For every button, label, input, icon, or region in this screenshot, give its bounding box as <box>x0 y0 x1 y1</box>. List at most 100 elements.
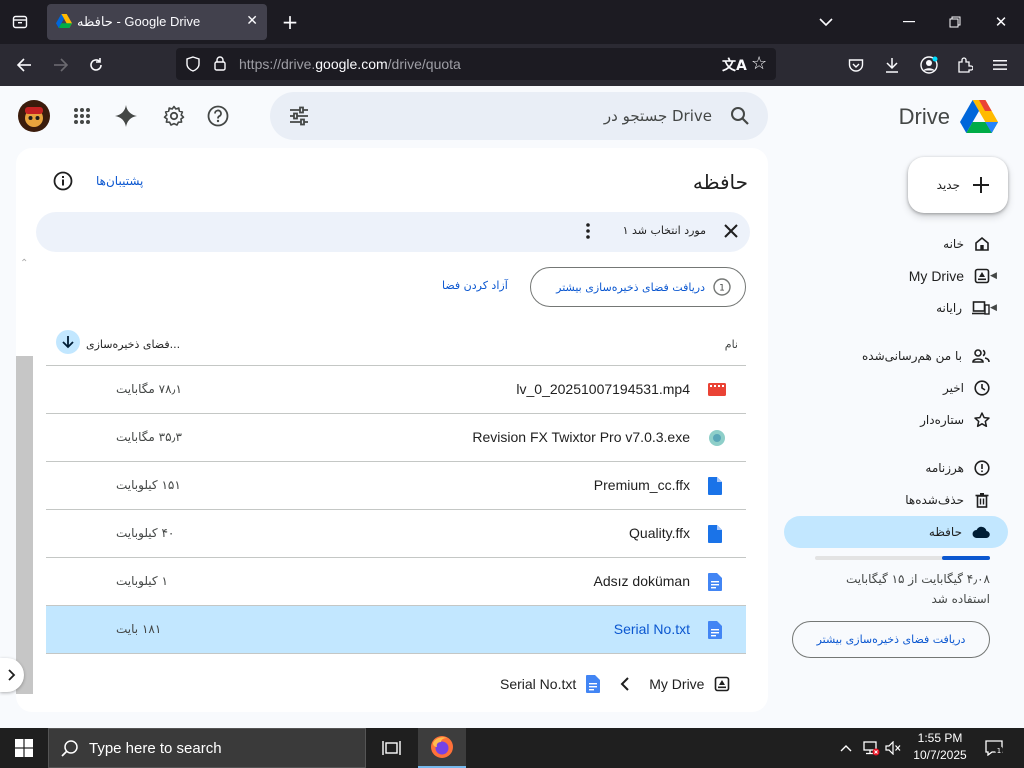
drive-brand[interactable]: Drive <box>899 97 998 137</box>
breadcrumb-file[interactable]: Serial No.txt <box>500 676 576 692</box>
pocket-icon[interactable] <box>844 53 868 77</box>
file-size: ۳۵٫۳ مگابایت <box>116 430 182 444</box>
close-window-icon[interactable]: ✕ <box>989 10 1013 34</box>
show-hidden-icons-icon[interactable] <box>836 738 856 758</box>
windows-taskbar: Type here to search 1:55 PM 10/7/2025 1 <box>0 728 1024 768</box>
search-box[interactable]: جستجو در Drive <box>270 92 768 140</box>
table-row[interactable]: lv_0_20251007194531.mp4 ۷۸٫۱ مگابایت <box>46 366 746 414</box>
new-tab-icon[interactable]: + <box>278 10 302 34</box>
file-name[interactable]: lv_0_20251007194531.mp4 <box>516 381 690 397</box>
volume-icon[interactable] <box>883 738 903 758</box>
expand-caret-icon[interactable]: ◀ <box>990 303 997 313</box>
close-tab-icon[interactable]: ✕ <box>246 13 258 29</box>
table-row[interactable]: Serial No.txt ۱۸۱ بایت <box>46 606 746 654</box>
sidebar-item-label: My Drive <box>908 268 964 284</box>
page-title: حافظه <box>692 170 748 194</box>
selection-bar: ۱ مورد انتخاب شد <box>36 212 750 252</box>
notifications-icon[interactable]: 1 <box>984 738 1004 758</box>
task-view-button[interactable] <box>370 728 414 768</box>
info-icon[interactable] <box>52 170 74 192</box>
new-button[interactable]: جدید <box>908 157 1008 213</box>
back-icon[interactable] <box>12 53 36 77</box>
clock-time: 1:55 PM <box>917 731 963 745</box>
file-name[interactable]: Quality.ffx <box>629 525 690 541</box>
expand-caret-icon[interactable]: ◀ <box>990 271 997 281</box>
url-text[interactable]: https://drive.google.com/drive/quota <box>239 56 461 72</box>
file-name[interactable]: Serial No.txt <box>614 621 690 637</box>
doc-icon <box>708 573 726 591</box>
brand-name: Drive <box>898 104 950 129</box>
firefox-taskbar-app[interactable] <box>418 728 466 768</box>
column-name[interactable]: نام <box>725 338 738 351</box>
help-icon[interactable] <box>198 96 238 136</box>
extensions-icon[interactable] <box>953 53 977 77</box>
sidebar-item-spam[interactable]: هرزنامه <box>784 452 1008 484</box>
clear-selection-icon[interactable] <box>722 222 740 240</box>
free-up-space-link[interactable]: آزاد کردن فضا <box>442 279 508 292</box>
settings-gear-icon[interactable] <box>154 96 194 136</box>
file-size: ۱۵۱ کیلوبایت <box>116 478 181 492</box>
doc-icon <box>708 621 726 639</box>
table-row[interactable]: Quality.ffx ۴۰ کیلوبایت <box>46 510 746 558</box>
sidebar-item-starred[interactable]: ستاره‌دار <box>784 404 1008 436</box>
file-name[interactable]: Adsız doküman <box>594 573 691 589</box>
scroll-up-icon[interactable]: ⌃ <box>20 258 28 269</box>
selection-count: ۱ مورد انتخاب شد <box>622 224 706 237</box>
table-row[interactable]: Revision FX Twixtor Pro v7.0.3.exe ۳۵٫۳ م… <box>46 414 746 462</box>
start-button[interactable] <box>0 728 48 768</box>
task-view-icon <box>382 741 401 755</box>
scrollbar[interactable] <box>16 356 33 694</box>
video-file-icon <box>708 381 726 399</box>
search-icon[interactable] <box>730 106 750 126</box>
browser-tab[interactable]: حافظه - Google Drive ✕ <box>47 4 267 40</box>
sidebar-item-my-drive[interactable]: ◀ My Drive <box>784 260 1008 292</box>
account-icon[interactable] <box>917 53 941 77</box>
reload-icon[interactable] <box>84 53 108 77</box>
taskbar-search[interactable]: Type here to search <box>48 728 366 768</box>
chevron-down-icon[interactable] <box>814 10 838 34</box>
shared-icon <box>972 348 990 364</box>
get-more-storage-button[interactable]: دریافت فضای ذخیره‌سازی بیشتر 1 <box>530 267 746 307</box>
search-placeholder[interactable]: جستجو در Drive <box>604 107 712 125</box>
gemini-sparkle-icon[interactable] <box>106 96 146 136</box>
my-drive-icon <box>714 676 730 692</box>
forward-icon[interactable] <box>49 53 73 77</box>
taskbar-clock[interactable]: 1:55 PM 10/7/2025 <box>908 730 972 764</box>
downloads-icon[interactable] <box>880 53 904 77</box>
column-storage-used[interactable]: فضای ذخیره‌سازی... <box>86 338 180 351</box>
translate-icon[interactable]: 文A <box>722 55 747 75</box>
table-row[interactable]: Adsız doküman ۱ کیلوبایت <box>46 558 746 606</box>
sidebar-item-storage[interactable]: حافظه <box>784 516 1008 548</box>
lock-icon[interactable] <box>214 56 226 71</box>
file-name[interactable]: Revision FX Twixtor Pro v7.0.3.exe <box>472 429 690 445</box>
breadcrumb-my-drive[interactable]: My Drive <box>649 676 704 692</box>
avatar[interactable] <box>14 96 54 136</box>
sort-direction-button[interactable] <box>56 330 80 354</box>
sidebar-item-recent[interactable]: اخیر <box>784 372 1008 404</box>
sidebar-item-trash[interactable]: حذف‌شده‌ها <box>784 484 1008 516</box>
get-more-storage-sidebar-button[interactable]: دریافت فضای ذخیره‌سازی بیشتر <box>792 621 990 658</box>
backups-link[interactable]: پشتیبان‌ها <box>96 174 143 188</box>
network-icon[interactable] <box>861 738 881 758</box>
sidebar-item-shared[interactable]: با من هم‌رسانی‌شده <box>784 340 1008 372</box>
restore-icon[interactable] <box>943 10 967 34</box>
menu-icon[interactable] <box>988 53 1012 77</box>
file-name[interactable]: Premium_cc.ffx <box>594 477 690 493</box>
storage-usage-fill <box>942 556 990 560</box>
more-actions-icon[interactable] <box>586 223 590 239</box>
sidebar-item-computers[interactable]: ◀ رایانه <box>784 292 1008 324</box>
tab-list-icon[interactable] <box>8 10 32 34</box>
bookmark-star-icon[interactable]: ☆ <box>751 53 767 74</box>
table-row[interactable]: Premium_cc.ffx ۱۵۱ کیلوبایت <box>46 462 746 510</box>
sidebar-item-home[interactable]: خانه <box>784 228 1008 260</box>
exe-file-icon <box>708 429 726 447</box>
breadcrumb: Serial No.txt My Drive <box>500 672 730 696</box>
url-bar[interactable]: https://drive.google.com/drive/quota 文A … <box>176 48 776 80</box>
search-options-icon[interactable] <box>288 105 310 127</box>
apps-grid-icon[interactable] <box>62 96 102 136</box>
minimize-icon[interactable] <box>897 10 921 34</box>
home-icon <box>974 236 990 252</box>
my-drive-icon <box>974 268 990 284</box>
file-size: ۱ کیلوبایت <box>116 574 168 588</box>
shield-icon[interactable] <box>186 56 200 72</box>
